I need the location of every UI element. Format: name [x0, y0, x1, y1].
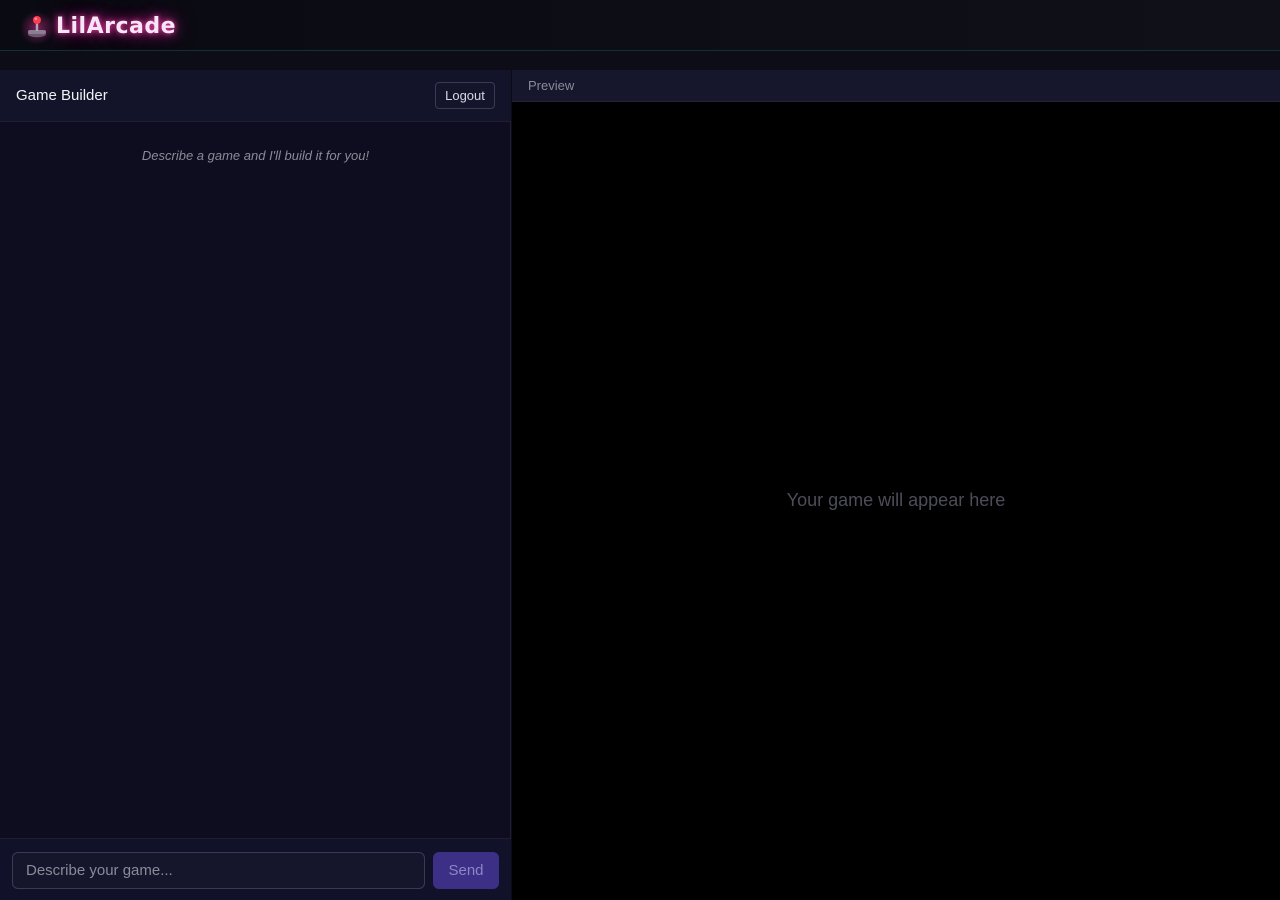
preview-label: Preview: [528, 78, 575, 93]
header-spacer: [0, 51, 1280, 70]
preview-panel: Preview Your game will appear here: [512, 70, 1280, 900]
preview-header: Preview: [512, 70, 1280, 102]
builder-title: Game Builder: [16, 87, 108, 104]
empty-chat-hint: Describe a game and I'll build it for yo…: [141, 148, 370, 163]
joystick-icon: [20, 11, 54, 45]
chat-input-bar: Send: [0, 838, 511, 900]
logout-button[interactable]: Logout: [435, 82, 495, 109]
builder-header: Game Builder Logout: [0, 70, 511, 122]
preview-placeholder: Your game will appear here: [786, 490, 1006, 510]
game-description-input[interactable]: [12, 852, 425, 889]
app-name: LilArcade: [56, 13, 177, 39]
app-logo[interactable]: LilArcade: [20, 10, 177, 45]
builder-panel: Game Builder Logout Describe a game and …: [0, 70, 511, 900]
send-button[interactable]: Send: [433, 852, 499, 889]
top-bar: LilArcade: [0, 0, 1280, 51]
